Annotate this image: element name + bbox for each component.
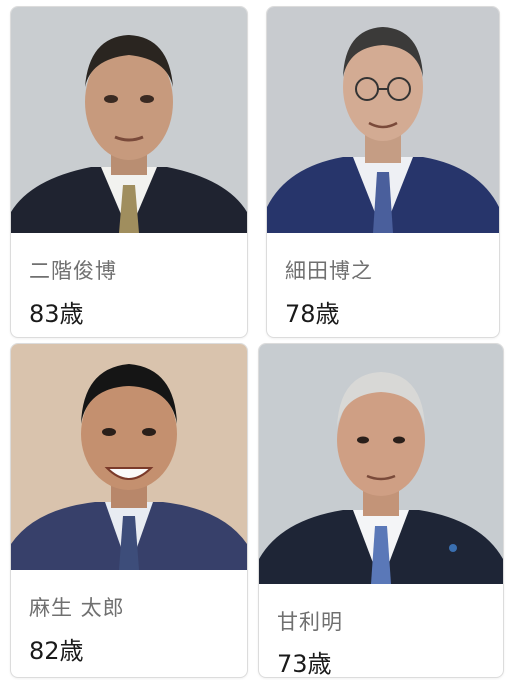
person-age: 73歳 — [277, 650, 332, 678]
person-name: 二階俊博 — [29, 259, 117, 283]
portrait-photo — [259, 344, 503, 584]
person-name: 甘利明 — [277, 610, 343, 634]
portrait-photo — [11, 344, 247, 570]
person-name: 細田博之 — [285, 259, 373, 283]
person-age: 83歳 — [29, 300, 84, 328]
person-card-aso[interactable]: 麻生 太郎 82歳 — [10, 343, 248, 678]
portrait-photo — [11, 7, 247, 233]
person-card-amari[interactable]: 甘利明 73歳 — [258, 343, 504, 678]
person-age: 82歳 — [29, 637, 84, 665]
portrait-photo — [267, 7, 499, 233]
person-card-hosoda[interactable]: 細田博之 78歳 — [266, 6, 500, 338]
person-age: 78歳 — [285, 300, 340, 328]
person-card-nikai[interactable]: 二階俊博 83歳 — [10, 6, 248, 338]
person-name: 麻生 太郎 — [29, 596, 125, 620]
